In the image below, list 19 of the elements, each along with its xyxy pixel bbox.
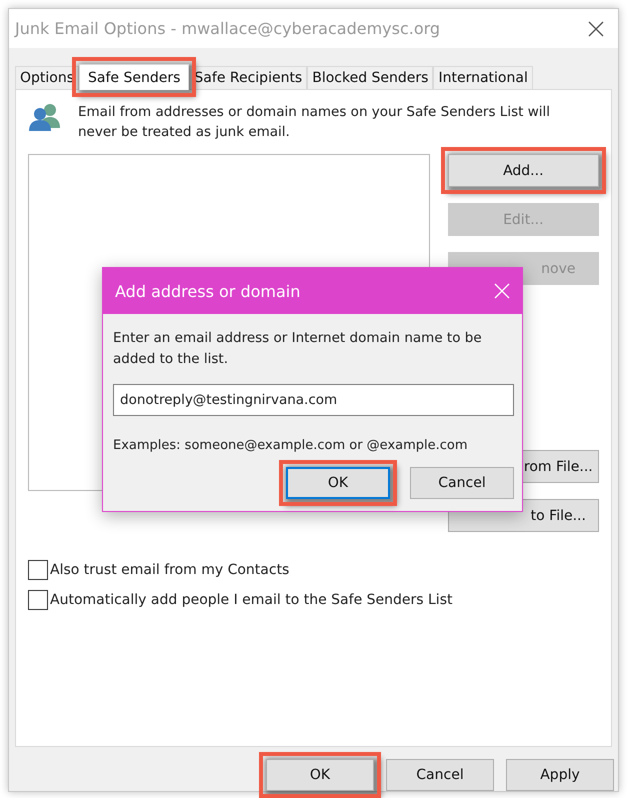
checkbox[interactable] (28, 560, 48, 580)
description-text: Email from addresses or domain names on your Safe Senders List will never be treated as junk email. (78, 103, 551, 142)
footer-button[interactable]: Cancel (386, 759, 494, 791)
dialog-button[interactable]: Cancel (410, 467, 514, 499)
tab[interactable]: International (433, 66, 533, 90)
address-input[interactable]: donotreply@testingnirvana.com (113, 384, 514, 416)
footer-button[interactable]: Apply (506, 759, 614, 791)
checkbox[interactable] (28, 590, 48, 610)
checkbox-label: Also trust email from my Contacts (50, 562, 290, 578)
examples-text: Examples: someone@example.com or @example.com (113, 438, 469, 453)
close-icon[interactable] (588, 20, 604, 37)
tab[interactable]: Safe Recipients (189, 66, 308, 90)
tab[interactable]: Options (15, 66, 80, 90)
checkbox-label: Automatically add people I email to the Safe Senders List (50, 592, 452, 608)
dialog-title: Add address or domain (115, 282, 300, 300)
people-icon (28, 102, 62, 132)
tab[interactable]: Blocked Senders (307, 66, 434, 90)
prompt-text: Enter an email address or Internet domain name to be added to the list. (113, 329, 483, 369)
window-title: Junk Email Options - mwallace@cyberacademysc.org (15, 19, 440, 38)
